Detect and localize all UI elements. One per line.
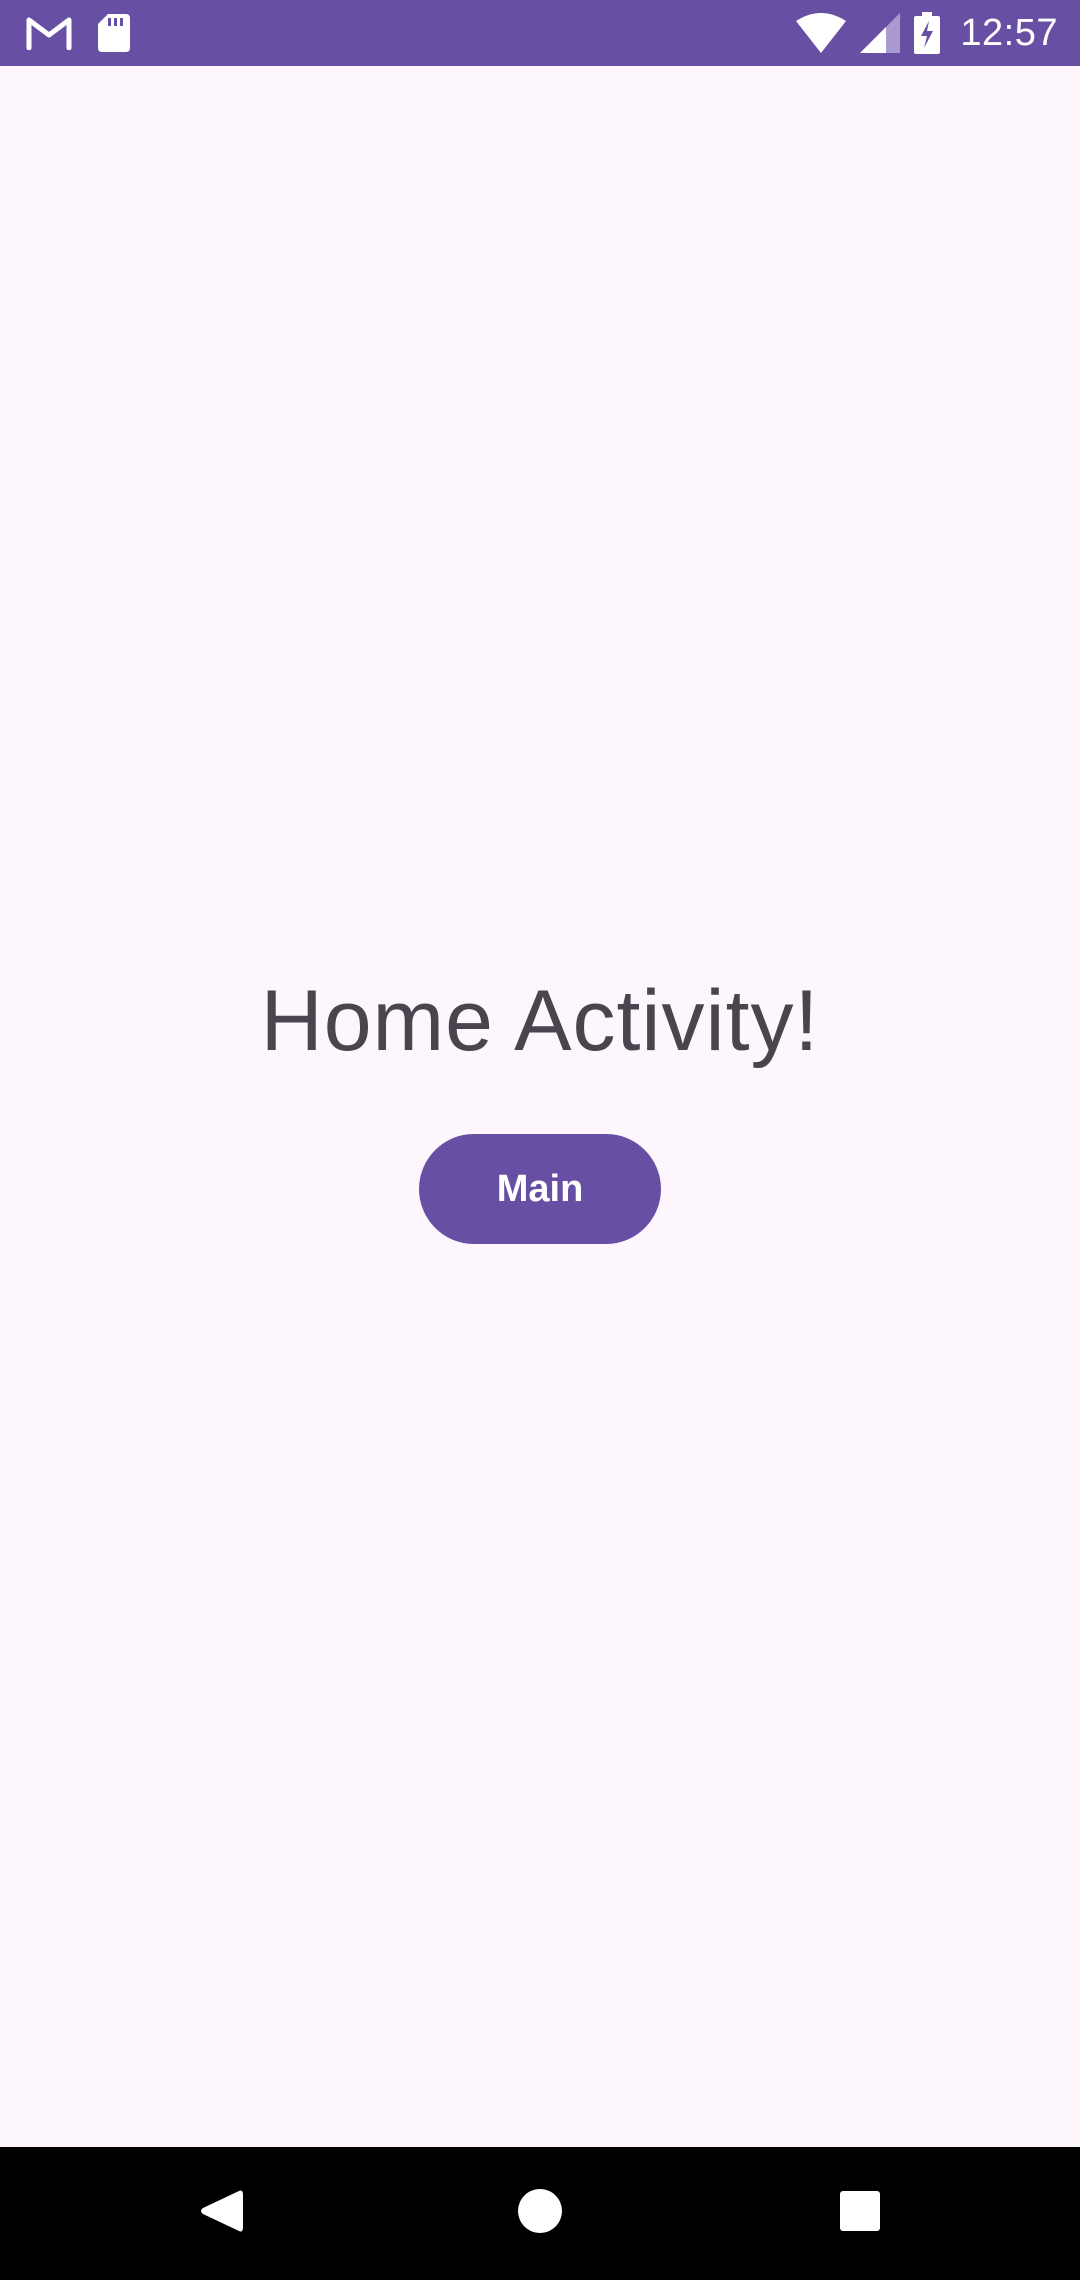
back-icon — [199, 2187, 243, 2240]
battery-charging-icon — [914, 12, 941, 54]
page-title: Home Activity! — [260, 973, 820, 1069]
main-content: Home Activity! Main — [0, 66, 1080, 2147]
gmail-icon — [26, 16, 72, 50]
cell-signal-icon — [860, 13, 901, 53]
sd-card-icon — [98, 14, 130, 52]
back-button[interactable] — [141, 2147, 301, 2280]
recents-icon — [839, 2190, 881, 2237]
main-button[interactable]: Main — [419, 1134, 661, 1244]
wifi-icon — [796, 13, 847, 53]
home-button[interactable] — [460, 2147, 620, 2280]
navigation-bar — [0, 2147, 1080, 2280]
status-bar: 12:57 — [0, 0, 1080, 66]
status-bar-right: 12:57 — [796, 10, 1058, 56]
status-bar-left — [26, 12, 130, 54]
status-time: 12:57 — [960, 11, 1058, 54]
recents-button[interactable] — [780, 2147, 940, 2280]
app-screen: 12:57 Home Activity! Main — [0, 0, 1080, 2280]
home-icon — [517, 2188, 563, 2239]
